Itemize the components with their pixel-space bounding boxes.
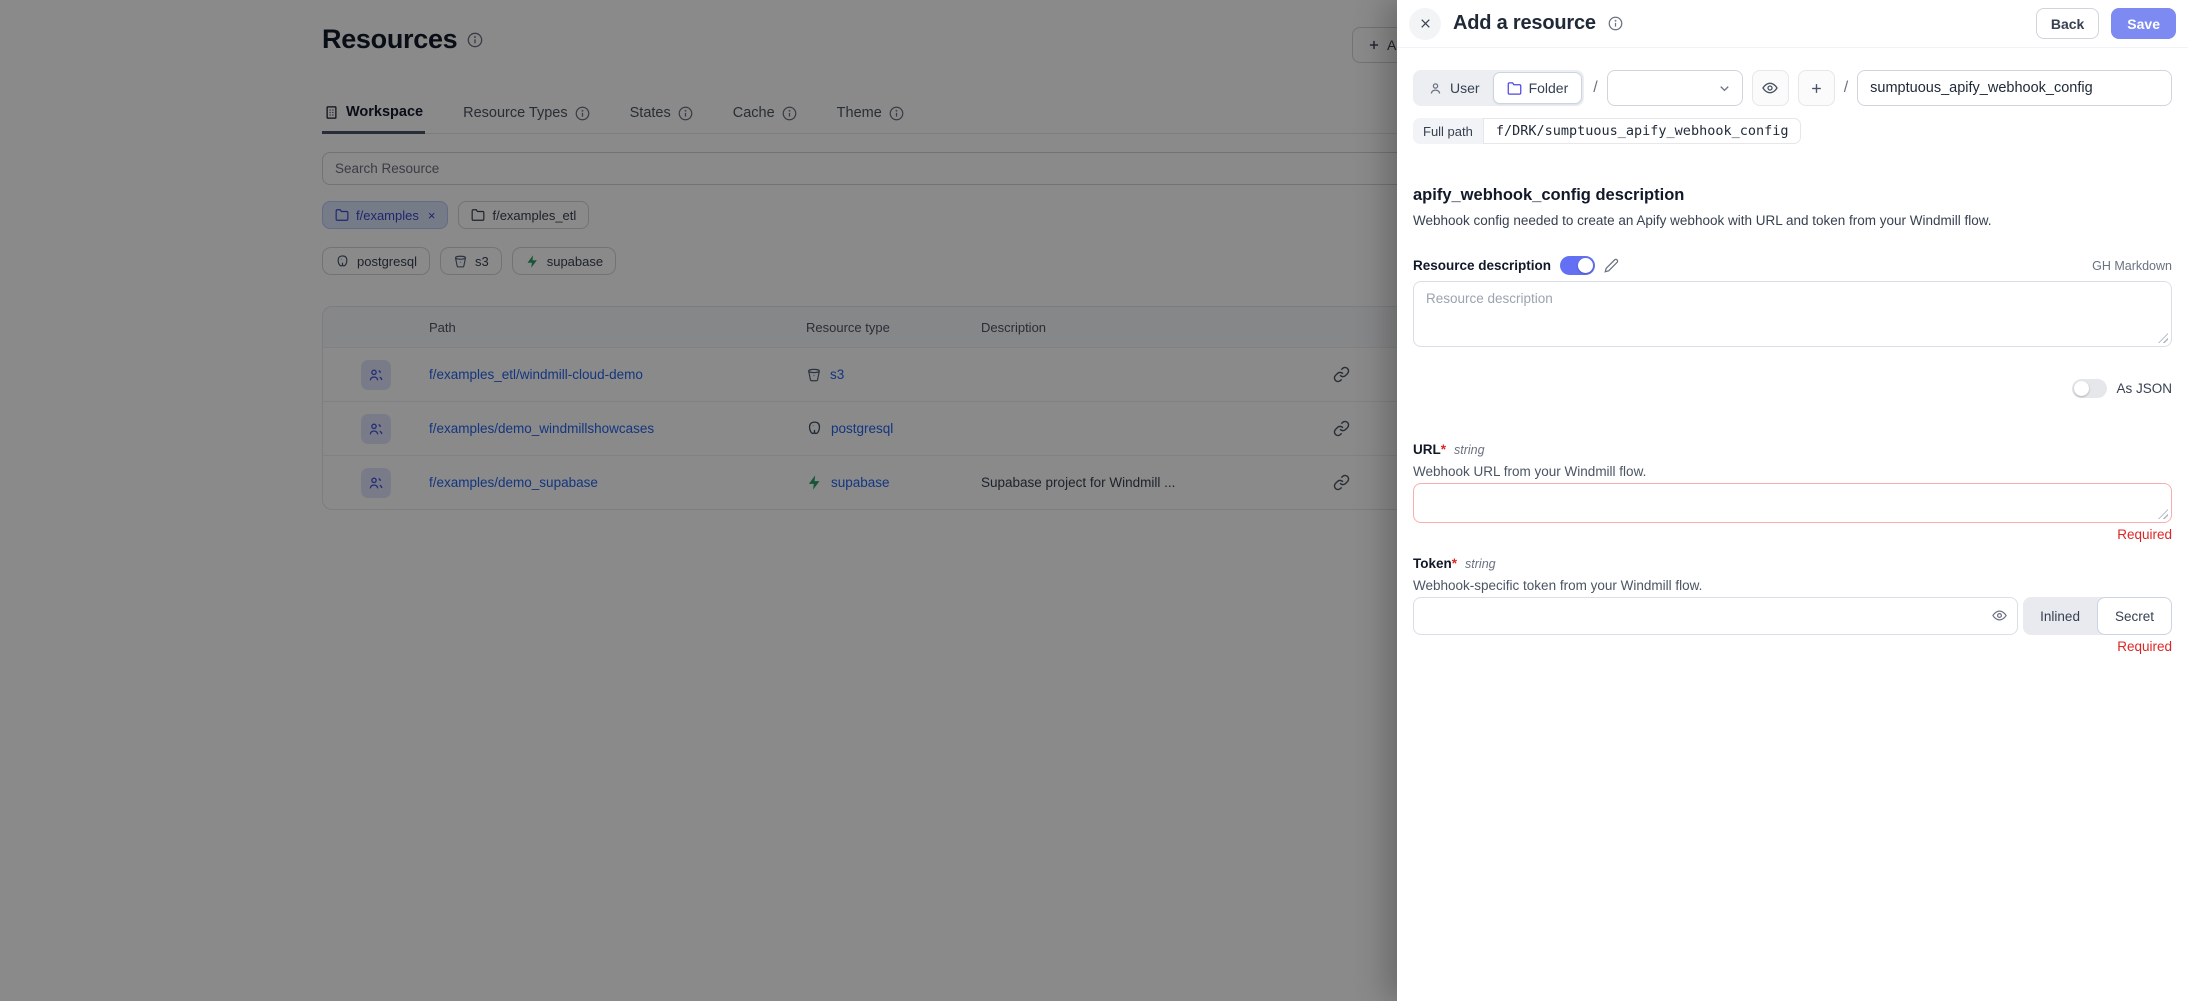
token-help-text: Webhook-specific token from your Windmil… <box>1413 578 2172 593</box>
description-toggle[interactable] <box>1560 256 1595 275</box>
owner-kind-toggle: User Folder <box>1413 70 1584 106</box>
url-required-error: Required <box>1413 527 2172 542</box>
eye-icon[interactable] <box>1992 608 2007 623</box>
add-resource-drawer: Add a resource Back Save User <box>1397 0 2188 1001</box>
modal-backdrop[interactable] <box>0 0 1397 1001</box>
url-type-hint: string <box>1454 443 1485 457</box>
token-mode-inlined[interactable]: Inlined <box>2023 597 2097 635</box>
owner-folder-segment[interactable]: Folder <box>1493 72 1583 104</box>
new-folder-button[interactable] <box>1798 70 1835 106</box>
owner-user-segment[interactable]: User <box>1415 72 1493 104</box>
as-json-label: As JSON <box>2116 381 2172 396</box>
markdown-hint: GH Markdown <box>2092 259 2172 273</box>
token-label: Token* <box>1413 556 1457 571</box>
token-mode-secret[interactable]: Secret <box>2097 597 2172 635</box>
drawer-header: Add a resource Back Save <box>1397 0 2188 48</box>
url-label: URL* <box>1413 442 1446 457</box>
token-type-hint: string <box>1465 557 1496 571</box>
screen: Resources Add resource Workspace Resourc… <box>0 0 2188 1001</box>
folder-select[interactable] <box>1607 70 1743 106</box>
chevron-down-icon <box>1717 81 1732 96</box>
url-input[interactable] <box>1413 483 2172 523</box>
as-json-toggle[interactable] <box>2072 379 2107 398</box>
pencil-icon[interactable] <box>1604 258 1619 273</box>
url-help-text: Webhook URL from your Windmill flow. <box>1413 464 2172 479</box>
info-icon <box>1608 16 1624 32</box>
token-mode-toggle: Inlined Secret <box>2023 597 2172 635</box>
resource-description-textarea[interactable] <box>1413 281 2172 347</box>
full-path-value: f/DRK/sumptuous_apify_webhook_config <box>1483 118 1802 144</box>
view-folder-button[interactable] <box>1752 70 1789 106</box>
plus-icon <box>1809 81 1824 96</box>
full-path: Full path f/DRK/sumptuous_apify_webhook_… <box>1413 118 1801 144</box>
close-icon[interactable] <box>1409 8 1441 40</box>
token-input[interactable] <box>1413 597 2018 635</box>
save-button[interactable]: Save <box>2111 8 2176 39</box>
resource-type-description-heading: apify_webhook_config description <box>1413 186 2172 205</box>
back-button[interactable]: Back <box>2036 8 2099 39</box>
token-required-error: Required <box>1413 639 2172 654</box>
resource-description-label: Resource description <box>1413 258 1551 273</box>
folder-icon <box>1507 81 1522 96</box>
drawer-title: Add a resource <box>1453 12 1596 35</box>
resource-type-description-text: Webhook config needed to create an Apify… <box>1413 213 2172 228</box>
resource-name-input[interactable] <box>1857 70 2172 106</box>
required-star: * <box>1441 442 1446 457</box>
path-picker-row: User Folder / <box>1413 70 2172 106</box>
required-star: * <box>1452 556 1457 571</box>
user-icon <box>1428 81 1443 96</box>
eye-icon <box>1762 80 1778 96</box>
